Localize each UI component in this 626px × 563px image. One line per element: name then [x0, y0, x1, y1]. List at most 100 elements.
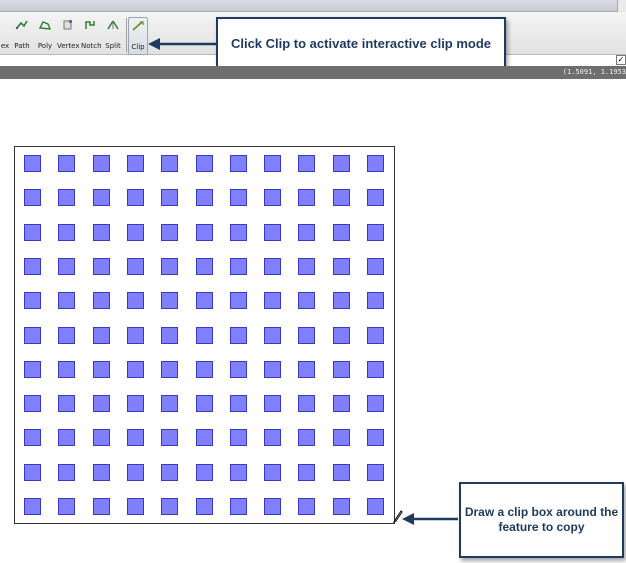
layout-square[interactable] [333, 155, 350, 172]
layout-square[interactable] [58, 498, 75, 515]
layout-square[interactable] [93, 429, 110, 446]
layout-square[interactable] [196, 224, 213, 241]
layout-square[interactable] [367, 498, 384, 515]
layout-square[interactable] [298, 395, 315, 412]
layout-square[interactable] [298, 327, 315, 344]
layout-square[interactable] [333, 224, 350, 241]
layout-square[interactable] [196, 464, 213, 481]
layout-square[interactable] [24, 224, 41, 241]
layout-square[interactable] [264, 155, 281, 172]
layout-square[interactable] [127, 361, 144, 378]
layout-square[interactable] [367, 429, 384, 446]
layout-square[interactable] [93, 292, 110, 309]
layout-square[interactable] [58, 464, 75, 481]
layout-square[interactable] [127, 292, 144, 309]
layout-square[interactable] [93, 155, 110, 172]
layout-square[interactable] [333, 498, 350, 515]
layout-square[interactable] [230, 189, 247, 206]
layout-square[interactable] [230, 327, 247, 344]
layout-square[interactable] [161, 292, 178, 309]
layout-square[interactable] [333, 429, 350, 446]
tool-vertex[interactable]: Vertex [57, 17, 80, 53]
layout-square[interactable] [24, 395, 41, 412]
layout-square[interactable] [333, 464, 350, 481]
layout-square[interactable] [93, 258, 110, 275]
layout-square[interactable] [24, 327, 41, 344]
layout-square[interactable] [58, 395, 75, 412]
layout-square[interactable] [230, 292, 247, 309]
layout-square[interactable] [298, 292, 315, 309]
layout-square[interactable] [161, 429, 178, 446]
layout-square[interactable] [298, 224, 315, 241]
layout-square[interactable] [298, 498, 315, 515]
layout-square[interactable] [24, 292, 41, 309]
layout-square[interactable] [264, 224, 281, 241]
layout-canvas[interactable] [14, 146, 395, 524]
layout-square[interactable] [58, 155, 75, 172]
layout-square[interactable] [161, 327, 178, 344]
layout-square[interactable] [127, 258, 144, 275]
layout-square[interactable] [58, 189, 75, 206]
layout-square[interactable] [367, 464, 384, 481]
layout-square[interactable] [264, 258, 281, 275]
layout-square[interactable] [230, 155, 247, 172]
layout-square[interactable] [127, 224, 144, 241]
layout-square[interactable] [230, 395, 247, 412]
tool-ex[interactable]: ex [0, 17, 10, 53]
layout-square[interactable] [127, 429, 144, 446]
layout-square[interactable] [367, 327, 384, 344]
layout-square[interactable] [196, 429, 213, 446]
layout-square[interactable] [58, 327, 75, 344]
layout-square[interactable] [161, 258, 178, 275]
layout-square[interactable] [24, 189, 41, 206]
layout-square[interactable] [196, 327, 213, 344]
layout-square[interactable] [196, 395, 213, 412]
layout-square[interactable] [367, 155, 384, 172]
layout-square[interactable] [161, 224, 178, 241]
layout-square[interactable] [264, 327, 281, 344]
tool-poly[interactable]: Poly [36, 17, 54, 53]
layout-square[interactable] [230, 498, 247, 515]
layout-square[interactable] [127, 498, 144, 515]
tool-notch[interactable]: Notch [81, 17, 102, 53]
layout-square[interactable] [93, 361, 110, 378]
layout-square[interactable] [333, 361, 350, 378]
layout-square[interactable] [230, 258, 247, 275]
layout-square[interactable] [264, 395, 281, 412]
layout-square[interactable] [333, 258, 350, 275]
layout-square[interactable] [196, 292, 213, 309]
layout-square[interactable] [161, 361, 178, 378]
layout-square[interactable] [127, 395, 144, 412]
layout-square[interactable] [93, 395, 110, 412]
layout-square[interactable] [93, 189, 110, 206]
layout-square[interactable] [264, 429, 281, 446]
layout-square[interactable] [196, 155, 213, 172]
tool-path[interactable]: Path [12, 17, 32, 53]
layout-square[interactable] [24, 429, 41, 446]
layout-square[interactable] [58, 429, 75, 446]
layout-square[interactable] [230, 361, 247, 378]
layout-square[interactable] [367, 258, 384, 275]
layout-square[interactable] [333, 292, 350, 309]
layout-square[interactable] [93, 327, 110, 344]
layout-square[interactable] [127, 327, 144, 344]
layout-square[interactable] [93, 464, 110, 481]
layout-square[interactable] [58, 292, 75, 309]
layout-square[interactable] [264, 361, 281, 378]
layout-square[interactable] [367, 189, 384, 206]
layout-square[interactable] [58, 361, 75, 378]
layout-square[interactable] [127, 155, 144, 172]
layout-square[interactable] [264, 292, 281, 309]
layout-square[interactable] [298, 189, 315, 206]
layout-square[interactable] [24, 498, 41, 515]
layout-square[interactable] [298, 258, 315, 275]
layout-square[interactable] [161, 395, 178, 412]
toolbar-checkbox[interactable]: ✓ [616, 55, 626, 65]
layout-square[interactable] [230, 429, 247, 446]
layout-square[interactable] [264, 498, 281, 515]
layout-square[interactable] [24, 155, 41, 172]
layout-square[interactable] [367, 224, 384, 241]
layout-square[interactable] [333, 189, 350, 206]
layout-square[interactable] [230, 464, 247, 481]
layout-square[interactable] [24, 361, 41, 378]
